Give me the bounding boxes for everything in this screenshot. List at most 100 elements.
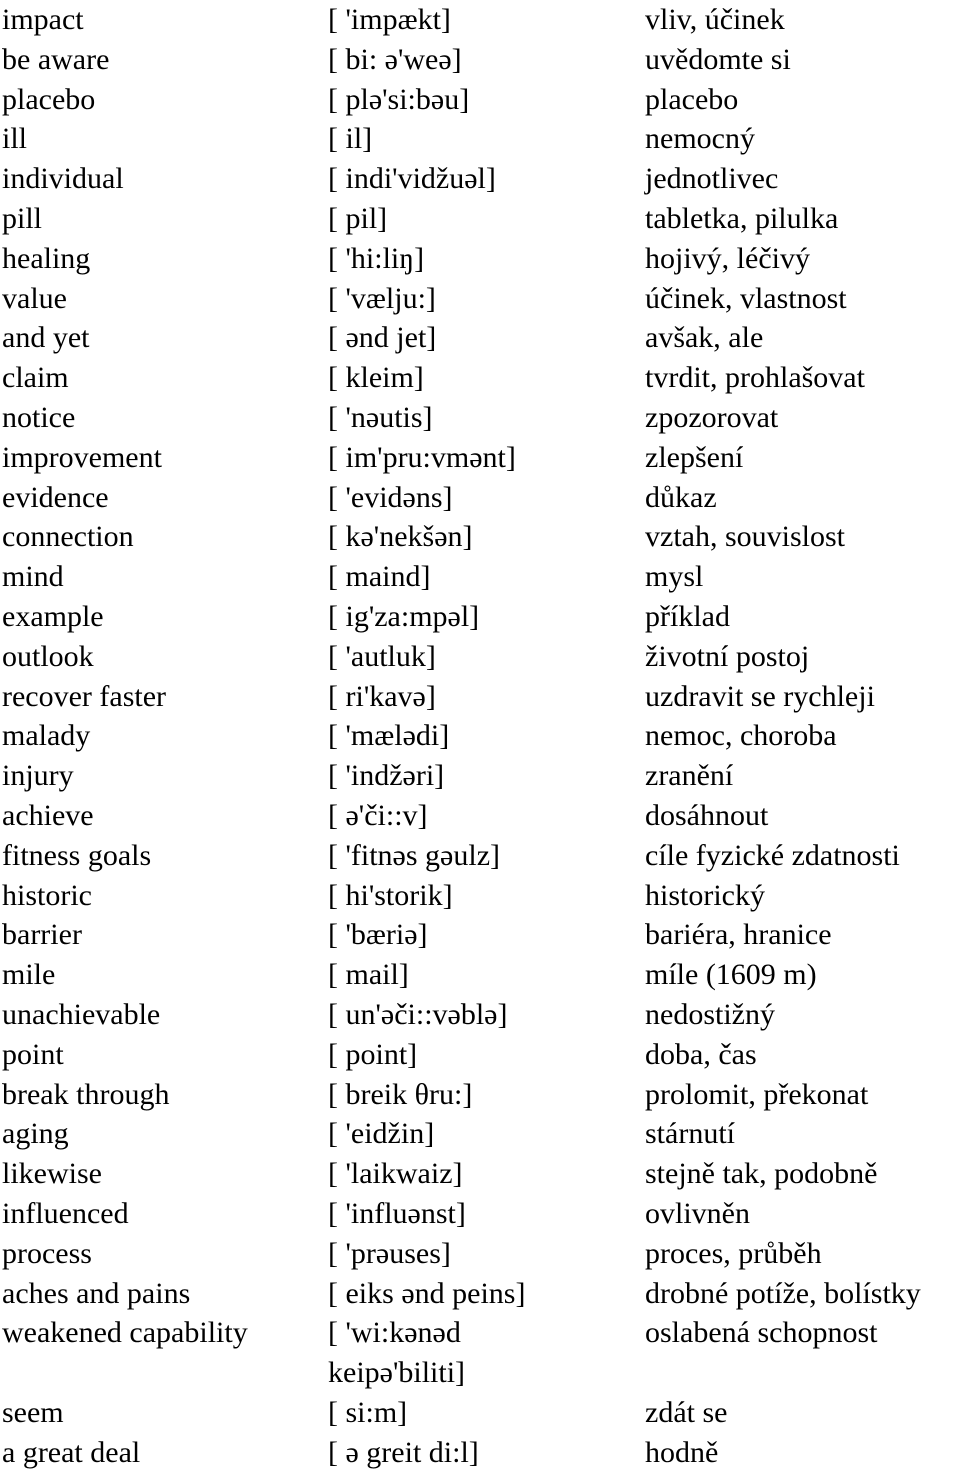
term-text: and yet [2, 321, 90, 355]
translation-text: vliv, účinek [645, 3, 785, 36]
vocab-row: improvement [ im'pru:vmənt] zlepšení [0, 438, 960, 478]
translation-text: zdát se [645, 1395, 728, 1429]
term-text: injury [2, 759, 74, 793]
translation-text: tabletka, pilulka [645, 201, 839, 235]
pronunciation-text: [ point] [328, 1037, 418, 1071]
vocab-row: ill [ il] nemocný [0, 119, 960, 159]
translation-text: nemoc, choroba [645, 719, 837, 753]
translation-text: ovlivněn [645, 1196, 750, 1230]
vocab-row: likewise [ 'laikwaiz] stejně tak, podobně [0, 1154, 960, 1194]
pronunciation-text: [ kleim] [328, 361, 424, 395]
pronunciation-text: [ im'pru:vmənt] [328, 440, 516, 474]
vocab-row: point [ point] doba, čas [0, 1035, 960, 1075]
vocab-row: impact [ 'impækt] vliv, účinek [0, 0, 960, 40]
term-text: healing [2, 241, 91, 275]
translation-text: příklad [645, 599, 730, 633]
translation-text: cíle fyzické zdatnosti [645, 838, 900, 872]
translation-text: důkaz [645, 480, 717, 514]
vocab-row: barrier [ 'bæriə] bariéra, hranice [0, 915, 960, 955]
translation-text: proces, průběh [645, 1236, 822, 1270]
vocab-row: a great deal [ ə greit di:l] hodně [0, 1433, 960, 1472]
translation-text: tvrdit, prohlašovat [645, 361, 865, 395]
term-text: notice [2, 400, 76, 434]
term-text: value [2, 281, 67, 315]
vocab-row: mind [ maind] mysl [0, 557, 960, 597]
vocab-row: unachievable [ un'əči::vəblə] nedostižný [0, 995, 960, 1035]
pronunciation-text: [ ə'či::v] [328, 798, 428, 832]
pronunciation-text: [ ri'kavə] [328, 679, 436, 713]
translation-text: historický [645, 878, 765, 912]
term-text: process [2, 1236, 92, 1270]
pronunciation-text: [ si:m] [328, 1395, 408, 1429]
vocab-row: injury [ 'indžəri] zranění [0, 756, 960, 796]
pronunciation-text: [ 'vælju:] [328, 281, 436, 315]
pronunciation-text: [ 'prəuses] [328, 1236, 451, 1270]
term-text: claim [2, 361, 69, 395]
pronunciation-text: [ 'impækt] [328, 3, 451, 36]
translation-text: vztah, souvislost [645, 520, 845, 554]
translation-text: stárnutí [645, 1117, 735, 1151]
vocab-row: fitness goals [ 'fitnəs gəulz] cíle fyzick… [0, 836, 960, 876]
translation-text: jednotlivec [645, 162, 779, 196]
translation-text: prolomit, překonat [645, 1077, 869, 1111]
term-text: connection [2, 520, 134, 554]
pronunciation-text: [ 'indžəri] [328, 759, 445, 793]
vocab-row: individual [ indi'vidžuəl] jednotlivec [0, 159, 960, 199]
term-text: mind [2, 560, 64, 594]
term-text: aging [2, 1117, 69, 1151]
term-text: evidence [2, 480, 109, 514]
vocab-row: healing [ 'hi:liŋ] hojivý, léčivý [0, 239, 960, 279]
pronunciation-text: [ 'bæriə] [328, 918, 428, 952]
translation-text: uvědomte si [645, 42, 791, 76]
pronunciation-text: [ 'hi:liŋ] [328, 241, 425, 275]
vocab-row: claim [ kleim] tvrdit, prohlašovat [0, 358, 960, 398]
translation-text: uzdravit se rychleji [645, 679, 875, 713]
translation-text: doba, čas [645, 1037, 757, 1071]
vocab-row: aging [ 'eidžin] stárnutí [0, 1114, 960, 1154]
pronunciation-text: [ eiks ənd peins] [328, 1276, 526, 1310]
pronunciation-text: [ 'eidžin] [328, 1117, 435, 1151]
term-text: recover faster [2, 679, 167, 713]
term-text: a great deal [2, 1435, 141, 1469]
translation-text: účinek, vlastnost [645, 281, 847, 315]
pronunciation-text: [ 'wi:kənəd [328, 1316, 461, 1350]
vocab-row: aches and pains [ eiks ənd peins] drobné p… [0, 1274, 960, 1314]
vocab-row: mile [ mail] míle (1609 m) [0, 955, 960, 995]
pronunciation-text: [ bi: ə'weə] [328, 42, 462, 76]
pronunciation-text: [ il] [328, 122, 373, 156]
pronunciation-text: [ 'autluk] [328, 639, 436, 673]
pronunciation-text: [ 'mælədi] [328, 719, 450, 753]
vocab-row: pill [ pil] tabletka, pilulka [0, 199, 960, 239]
pronunciation-text: [ breik θru:] [328, 1077, 473, 1111]
translation-text: zranění [645, 759, 734, 793]
term-text: mile [2, 958, 56, 992]
pronunciation-text: [ ə greit di:l] [328, 1435, 479, 1469]
vocab-row: process [ 'prəuses] proces, průběh [0, 1234, 960, 1274]
translation-text: oslabená schopnost [645, 1316, 878, 1350]
translation-text: placebo [645, 82, 739, 116]
term-text: placebo [2, 82, 96, 116]
term-text: achieve [2, 798, 94, 832]
pronunciation-text: [ kə'nekšən] [328, 520, 473, 554]
translation-text: mysl [645, 560, 704, 594]
vocab-row: seem [ si:m] zdát se [0, 1393, 960, 1433]
pronunciation-text: [ un'əči::vəblə] [328, 997, 508, 1031]
vocab-row: outlook [ 'autluk] životní postoj [0, 637, 960, 677]
vocab-row: notice [ 'nəutis] zpozorovat [0, 398, 960, 438]
translation-text: bariéra, hranice [645, 918, 832, 952]
vocab-row: historic [ hi'storik] historický [0, 876, 960, 916]
term-text: break through [2, 1077, 170, 1111]
pronunciation-text: [ 'laikwaiz] [328, 1157, 463, 1191]
vocab-row: placebo [ plə'si:bəu] placebo [0, 80, 960, 120]
vocab-row: influenced [ 'influənst] ovlivněn [0, 1194, 960, 1234]
term-text: malady [2, 719, 91, 753]
term-text: point [2, 1037, 64, 1071]
pronunciation-text: [ 'evidəns] [328, 480, 453, 514]
pronunciation-text: [ 'influənst] [328, 1196, 466, 1230]
term-text: weakened capability [2, 1316, 248, 1350]
translation-text: drobné potíže, bolístky [645, 1276, 921, 1310]
pronunciation-text: [ mail] [328, 958, 409, 992]
translation-text: dosáhnout [645, 798, 769, 832]
translation-text: nedostižný [645, 997, 775, 1031]
pronunciation-text: [ indi'vidžuəl] [328, 162, 496, 196]
